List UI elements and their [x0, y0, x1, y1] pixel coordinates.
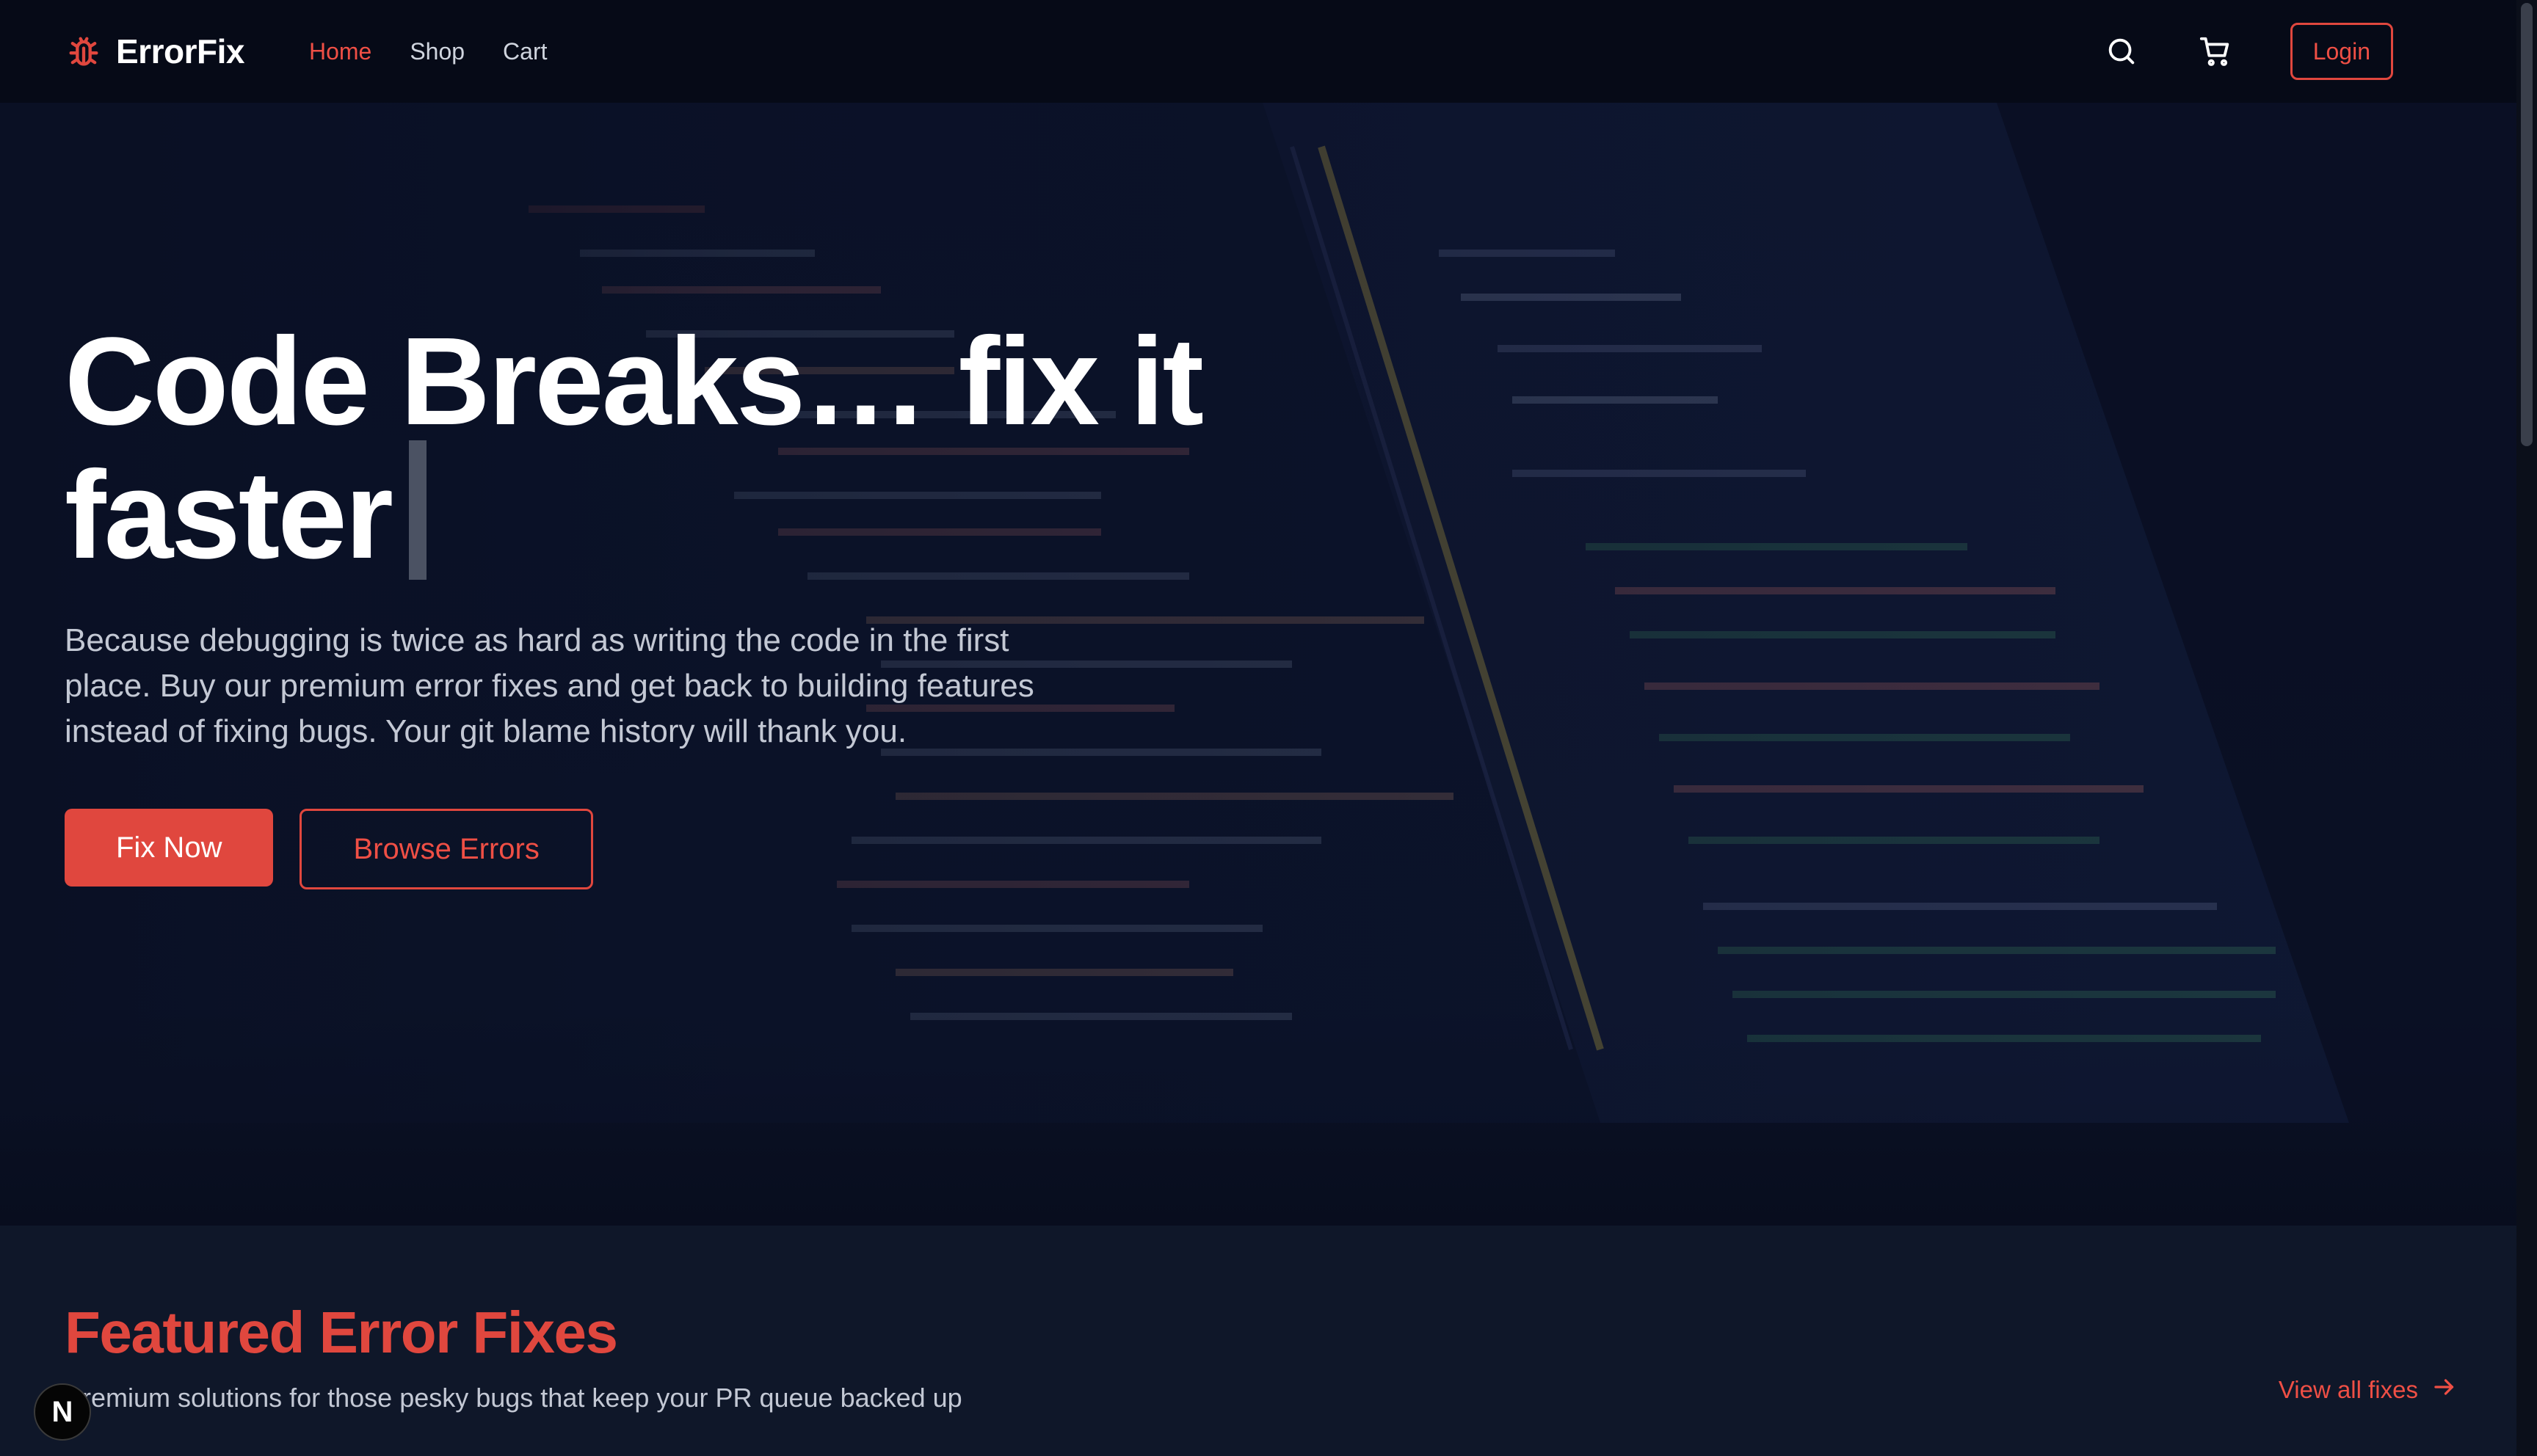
page-scrollbar[interactable]: [2516, 0, 2537, 1456]
fix-now-button[interactable]: Fix Now: [65, 809, 274, 887]
header-actions: Login: [2102, 23, 2393, 80]
search-icon[interactable]: [2102, 32, 2141, 70]
hero-title: Code Breaks… fix it faster: [65, 319, 1239, 580]
hero-subtitle: Because debugging is twice as hard as wr…: [65, 622, 1034, 749]
featured-subtitle: Premium solutions for those pesky bugs t…: [65, 1383, 962, 1413]
dev-tools-badge[interactable]: N: [34, 1383, 91, 1441]
view-all-fixes-link[interactable]: View all fixes: [2279, 1374, 2458, 1406]
brand-logo[interactable]: ErrorFix: [65, 32, 244, 71]
hero-section: Code Breaks… fix it faster Because debug…: [0, 103, 2516, 1226]
typing-cursor: [409, 440, 427, 580]
brand-name: ErrorFix: [116, 32, 244, 70]
page: ErrorFix Home Shop Cart Login Code Break…: [0, 0, 2537, 1456]
scrollbar-thumb[interactable]: [2521, 3, 2533, 446]
featured-title: Featured Error Fixes: [65, 1300, 618, 1365]
nav-home[interactable]: Home: [309, 38, 371, 65]
hero-title-line1: Code Breaks… fix it: [65, 312, 1204, 451]
top-navbar: ErrorFix Home Shop Cart Login: [0, 0, 2516, 103]
nav-cart[interactable]: Cart: [503, 38, 547, 65]
view-all-label: View all fixes: [2278, 1376, 2418, 1403]
arrow-right-icon: [2431, 1374, 2458, 1406]
login-button[interactable]: Login: [2290, 23, 2393, 80]
cart-icon[interactable]: [2196, 32, 2235, 70]
hero-content: Code Breaks… fix it faster Because debug…: [65, 319, 1239, 889]
bug-icon: [65, 32, 103, 70]
hero-title-line2: faster: [65, 445, 393, 585]
main-nav: Home Shop Cart: [309, 38, 548, 65]
hero-buttons: Fix Now Browse Errors: [65, 809, 1239, 889]
featured-section: Featured Error Fixes Premium solutions f…: [0, 1226, 2516, 1456]
browse-errors-button[interactable]: Browse Errors: [300, 809, 593, 889]
nav-shop[interactable]: Shop: [410, 38, 465, 65]
